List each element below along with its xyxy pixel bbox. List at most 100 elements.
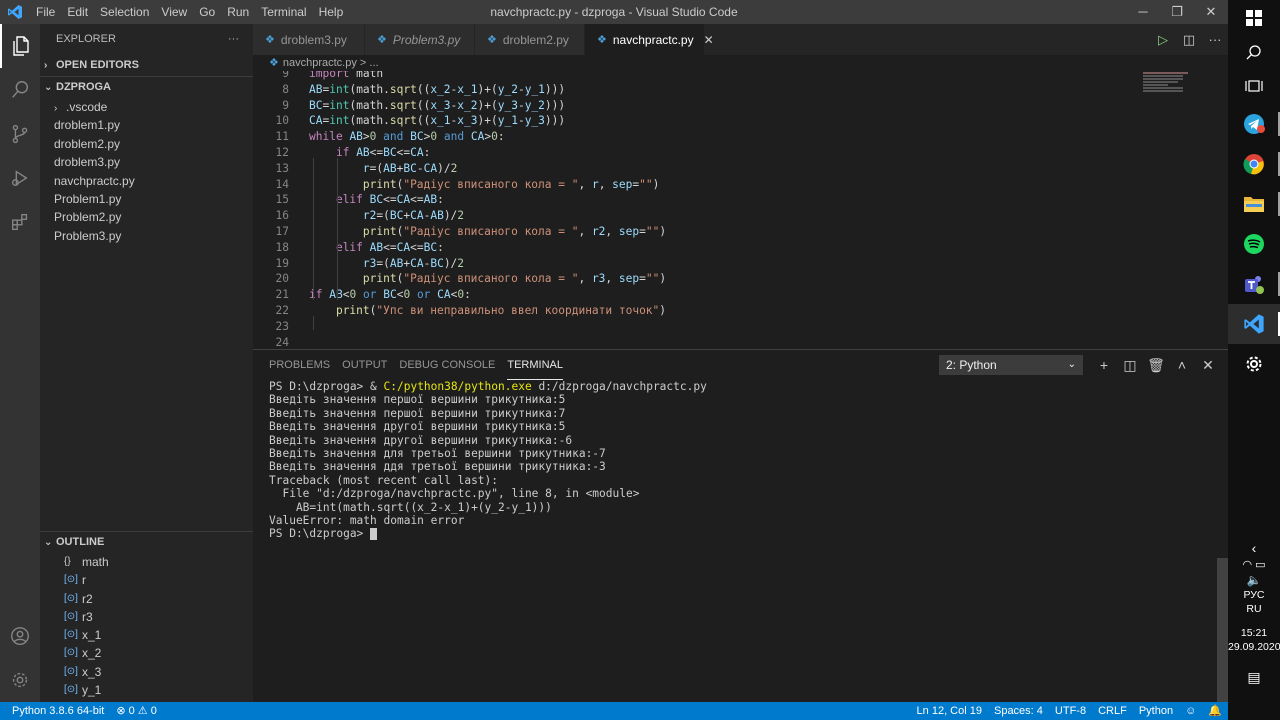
code-line[interactable]: 11 while AB>0 and BC>0 and CA>0: [253,129,1133,145]
notifications-bell-icon[interactable]: 🔔 [1202,702,1228,720]
code-line[interactable]: 23 [253,319,1133,335]
minimap[interactable] [1143,71,1218,111]
clock-time[interactable]: 15:21 [1228,627,1280,639]
outline-item[interactable]: [⊙] y_1 [40,681,253,699]
teams-icon[interactable] [1228,264,1280,304]
python-interpreter[interactable]: Python 3.8.6 64-bit [0,702,110,720]
tab-problem3[interactable]: ❖ Problem3.py [365,24,475,55]
open-editors-section[interactable]: › OPEN EDITORS [40,54,253,76]
outline-item[interactable]: {} math [40,553,253,571]
tab-debug-console[interactable]: DEBUG CONSOLE [399,350,495,380]
code-line[interactable]: 17 print("Радіус вписаного кола = ", r2,… [253,224,1133,240]
wifi-battery-icon[interactable]: ◠ ▭ [1228,558,1280,571]
tab-problems[interactable]: PROBLEMS [269,350,330,380]
kill-terminal-trash-icon[interactable]: 🗑 [1143,355,1169,375]
menu-view[interactable]: View [155,0,193,24]
close-window-icon[interactable]: ✕ [1194,0,1228,24]
code-editor[interactable]: 9 import math 8 AB=int(math.sqrt((x_2-x_1)+… [253,71,1228,349]
tab-terminal[interactable]: TERMINAL [507,350,563,380]
restore-icon[interactable]: ❐ [1160,0,1194,24]
breadcrumb-symbol[interactable]: ... [369,57,378,69]
cursor-position[interactable]: Ln 12, Col 19 [911,702,988,720]
spotify-icon[interactable] [1228,224,1280,264]
telegram-icon[interactable] [1228,104,1280,144]
run-python-file-icon[interactable]: ▷ [1150,32,1176,48]
input-language[interactable]: РУС [1228,589,1280,601]
search-icon[interactable] [0,68,40,112]
windows-search-icon[interactable] [1228,36,1280,68]
file-explorer-icon[interactable] [1228,184,1280,224]
code-line[interactable]: 16 r2=(BC+CA-AB)/2 [253,208,1133,224]
problems-count[interactable]: ⊗ 0 ⚠ 0 [110,702,162,720]
extensions-icon[interactable] [0,200,40,244]
run-debug-icon[interactable] [0,156,40,200]
maximize-panel-chevron-up-icon[interactable]: ˄ [1169,355,1195,375]
editor-scrollbar[interactable] [1218,71,1228,349]
menu-go[interactable]: Go [193,0,221,24]
file-item[interactable]: droblem2.py [40,135,253,153]
outline-item[interactable]: [⊙] r [40,571,253,589]
code-line[interactable]: 14 print("Радіус вписаного кола = ", r, … [253,177,1133,193]
account-icon[interactable] [0,614,40,658]
chrome-icon[interactable] [1228,144,1280,184]
code-line[interactable]: 13 r=(AB+BC-CA)/2 [253,161,1133,177]
code-line[interactable]: 20 print("Радіус вписаного кола = ", r3,… [253,271,1133,287]
outline-item[interactable]: [⊙] x_3 [40,663,253,681]
minimize-icon[interactable]: ─ [1126,0,1160,24]
more-actions-icon[interactable]: ··· [1202,32,1228,47]
clock-date[interactable]: 29.09.2020 [1228,641,1280,653]
menu-run[interactable]: Run [221,0,255,24]
code-line[interactable]: 9 BC=int(math.sqrt((x_3-x_2)+(y_3-y_2))) [253,98,1133,114]
encoding[interactable]: UTF-8 [1049,702,1092,720]
notifications-icon[interactable]: ▤ [1228,669,1280,686]
code-line[interactable]: 9 import math [253,71,1133,82]
code-line[interactable]: 18 elif AB<=CA<=BC: [253,240,1133,256]
indentation[interactable]: Spaces: 4 [988,702,1049,720]
tab-navchpractc[interactable]: ❖ navchpractc.py ✕ [585,24,714,55]
input-language-code[interactable]: RU [1228,603,1280,615]
outline-item[interactable]: [⊙] x_2 [40,644,253,662]
terminal-select[interactable]: 2: Python ⌄ [939,355,1083,375]
outline-header[interactable]: ⌄ OUTLINE [40,531,253,553]
close-tab-icon[interactable]: ✕ [704,33,714,47]
code-line[interactable]: 19 r3=(AB+CA-BC)/2 [253,256,1133,272]
more-actions-icon[interactable]: ··· [228,24,239,54]
tab-droblem3[interactable]: ❖ droblem3.py [253,24,365,55]
file-item[interactable]: navchpractc.py [40,172,253,190]
code-line[interactable]: 22 print("Упс ви неправильно ввел коорди… [253,303,1133,319]
code-line[interactable]: 15 elif BC<=CA<=AB: [253,192,1133,208]
breadcrumb-file[interactable]: navchpractc.py [283,57,357,69]
vscode-taskbar-icon[interactable] [1228,304,1280,344]
outline-item[interactable]: [⊙] x_1 [40,626,253,644]
menu-terminal[interactable]: Terminal [255,0,312,24]
file-item[interactable]: Problem1.py [40,190,253,208]
feedback-icon[interactable]: ☺ [1179,702,1202,720]
show-hidden-icons-chevron-icon[interactable]: ‹ [1228,540,1280,556]
outline-item[interactable]: [⊙] r2 [40,590,253,608]
code-line[interactable]: 12 if AB<=BC<=CA: [253,145,1133,161]
file-item[interactable]: Problem3.py [40,227,253,245]
settings-gear-icon[interactable] [1228,344,1280,384]
eol[interactable]: CRLF [1092,702,1133,720]
tab-droblem2[interactable]: ❖ droblem2.py [475,24,585,55]
file-item[interactable]: Problem2.py [40,208,253,226]
file-item[interactable]: droblem3.py [40,153,253,171]
close-panel-icon[interactable]: ✕ [1195,355,1221,375]
project-section[interactable]: ⌄ DZPROGA [40,76,253,98]
menu-file[interactable]: File [30,0,61,24]
tab-output[interactable]: OUTPUT [342,350,387,380]
file-item[interactable]: droblem1.py [40,116,253,134]
split-editor-icon[interactable]: ◫ [1176,32,1202,48]
language-mode[interactable]: Python [1133,702,1179,720]
code-line[interactable]: 8 AB=int(math.sqrt((x_2-x_1)+(y_2-y_1))) [253,82,1133,98]
explorer-icon[interactable] [0,24,40,68]
menu-help[interactable]: Help [313,0,350,24]
source-control-icon[interactable] [0,112,40,156]
new-terminal-icon[interactable]: + [1091,355,1117,375]
windows-start-icon[interactable] [1228,0,1280,36]
split-terminal-icon[interactable]: ◫ [1117,355,1143,375]
terminal-scrollbar[interactable] [1217,558,1228,702]
volume-icon[interactable]: 🔈 [1228,573,1280,587]
code-line[interactable]: 21 if AB<0 or BC<0 or CA<0: [253,287,1133,303]
manage-gear-icon[interactable] [0,658,40,702]
